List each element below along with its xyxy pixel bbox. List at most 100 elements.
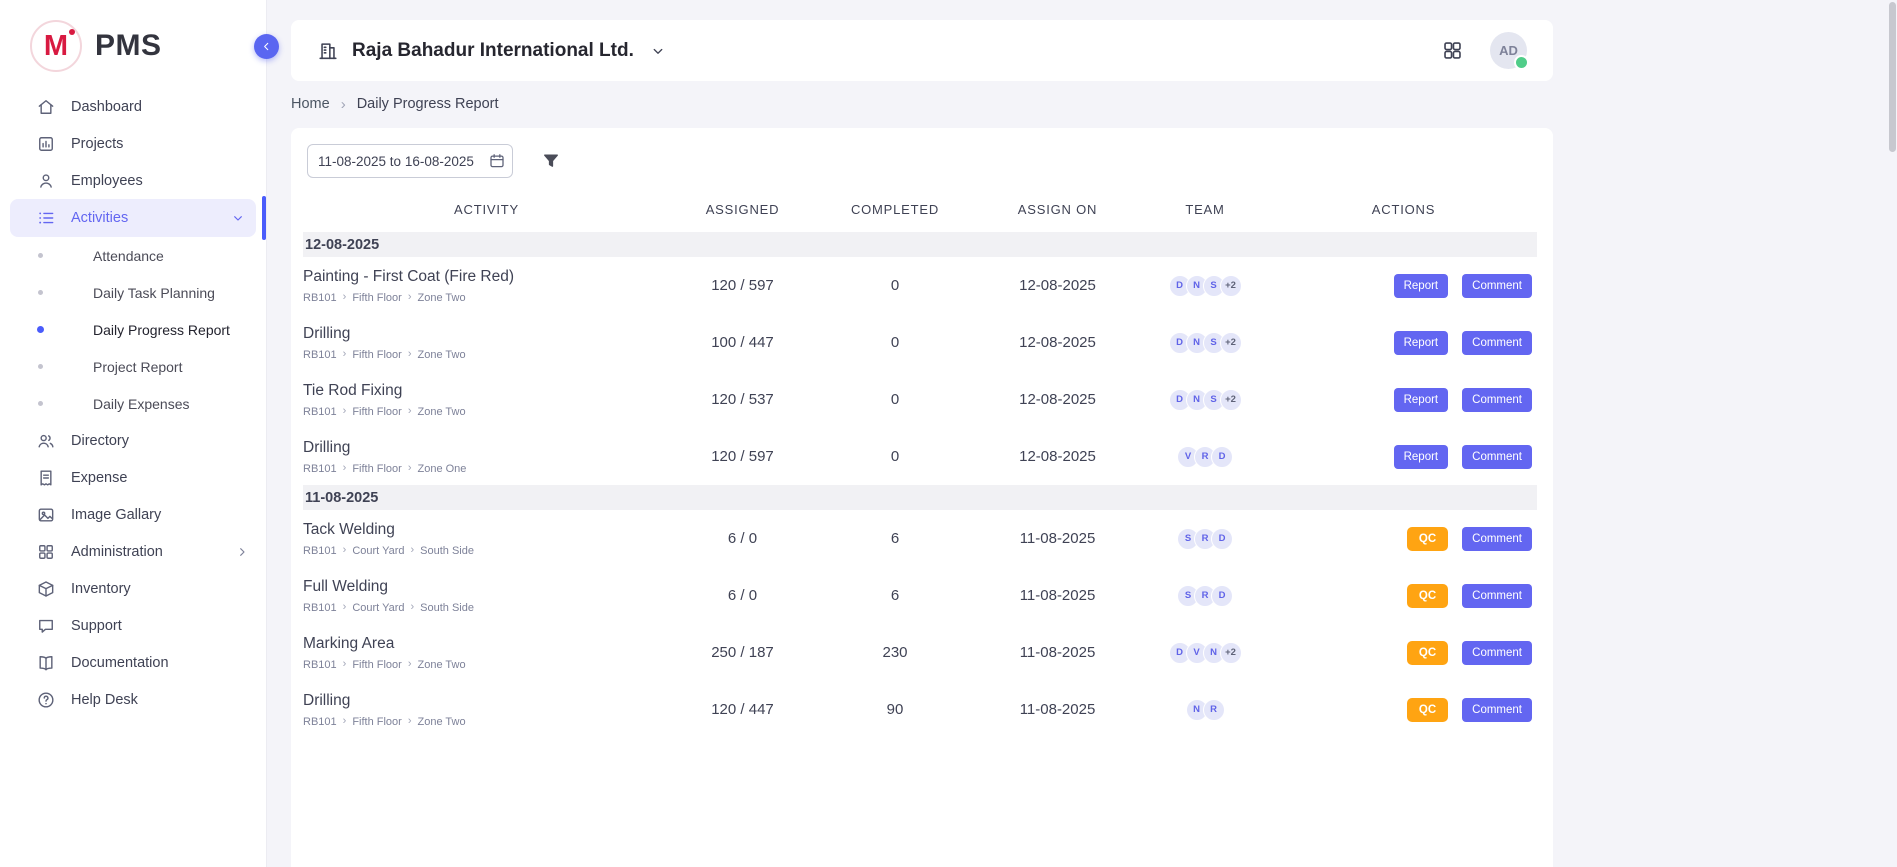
- team-avatar[interactable]: D: [1211, 446, 1233, 468]
- activity-title: Drilling: [303, 325, 670, 343]
- activity-cell: Drilling RB101›Fifth Floor›Zone Two: [303, 685, 670, 735]
- user-avatar[interactable]: AD: [1490, 32, 1527, 69]
- comment-button[interactable]: Comment: [1462, 331, 1532, 355]
- team-avatar-more[interactable]: +2: [1220, 275, 1242, 297]
- activity-location: RB101›Fifth Floor›Zone Two: [303, 349, 670, 361]
- qc-button[interactable]: QC: [1407, 698, 1448, 722]
- sidebar-subitem-attendance[interactable]: Attendance: [0, 237, 266, 274]
- team-avatar[interactable]: R: [1203, 699, 1225, 721]
- sidebar-item-directory[interactable]: Directory: [0, 422, 266, 459]
- table-group-date: 12-08-2025: [303, 232, 1537, 257]
- location-segment: Zone Two: [418, 659, 466, 671]
- sidebar-item-documentation[interactable]: Documentation: [0, 644, 266, 681]
- company-selector[interactable]: Raja Bahadur International Ltd.: [317, 40, 667, 62]
- gallery-icon: [36, 505, 56, 525]
- helpdesk-icon: [36, 690, 56, 710]
- sidebar-item-employees[interactable]: Employees: [0, 162, 266, 199]
- completed-value: 0: [815, 277, 975, 294]
- comment-button[interactable]: Comment: [1462, 388, 1532, 412]
- chevron-right-icon: ›: [411, 545, 415, 556]
- team-avatars: DNS+2: [1140, 275, 1270, 297]
- location-segment: Zone Two: [418, 406, 466, 418]
- breadcrumb-current: Daily Progress Report: [357, 96, 499, 112]
- comment-button[interactable]: Comment: [1462, 445, 1532, 469]
- sidebar-subitem-label: Daily Progress Report: [93, 322, 230, 338]
- activity-location: RB101›Court Yard›South Side: [303, 602, 670, 614]
- qc-button[interactable]: QC: [1407, 584, 1448, 608]
- team-avatar-more[interactable]: +2: [1220, 389, 1242, 411]
- location-segment: RB101: [303, 716, 337, 728]
- main-area: Raja Bahadur International Ltd. AD Home …: [267, 0, 1897, 867]
- completed-value: 6: [815, 530, 975, 547]
- table-header-row: Activity Assigned Completed Assign On Te…: [303, 186, 1537, 232]
- team-avatar-more[interactable]: +2: [1220, 332, 1242, 354]
- team-avatar-more[interactable]: +2: [1220, 642, 1242, 664]
- report-button[interactable]: Report: [1394, 445, 1449, 469]
- comment-button[interactable]: Comment: [1462, 641, 1532, 665]
- activity-title: Tack Welding: [303, 521, 670, 539]
- comment-button[interactable]: Comment: [1462, 698, 1532, 722]
- sidebar-item-image-gallary[interactable]: Image Gallary: [0, 496, 266, 533]
- location-segment: RB101: [303, 545, 337, 557]
- column-header-team: Team: [1140, 202, 1270, 217]
- activity-location: RB101›Fifth Floor›Zone One: [303, 463, 670, 475]
- chevron-down-icon: [230, 210, 246, 226]
- qc-button[interactable]: QC: [1407, 527, 1448, 551]
- sidebar-item-projects[interactable]: Projects: [0, 125, 266, 162]
- qc-button[interactable]: QC: [1407, 641, 1448, 665]
- page-scrollbar[interactable]: [1889, 0, 1896, 867]
- location-segment: RB101: [303, 406, 337, 418]
- breadcrumb-home[interactable]: Home: [291, 96, 330, 112]
- sidebar-subitem-daily-expenses[interactable]: Daily Expenses: [0, 385, 266, 422]
- completed-value: 90: [815, 701, 975, 718]
- sidebar-item-inventory[interactable]: Inventory: [0, 570, 266, 607]
- bullet-dot-icon: [37, 326, 44, 333]
- comment-button[interactable]: Comment: [1462, 584, 1532, 608]
- date-range-input[interactable]: [307, 144, 513, 178]
- team-avatar[interactable]: D: [1211, 528, 1233, 550]
- completed-value: 0: [815, 448, 975, 465]
- topbar-right: AD: [1441, 32, 1527, 69]
- scrollbar-thumb[interactable]: [1889, 2, 1896, 152]
- report-button[interactable]: Report: [1394, 388, 1449, 412]
- filter-icon[interactable]: [541, 151, 561, 171]
- assign-on-value: 11-08-2025: [975, 701, 1140, 718]
- sidebar-item-label: Support: [71, 618, 122, 634]
- sidebar-item-support[interactable]: Support: [0, 607, 266, 644]
- sidebar-item-help-desk[interactable]: Help Desk: [0, 681, 266, 718]
- location-segment: RB101: [303, 659, 337, 671]
- location-segment: Fifth Floor: [352, 659, 402, 671]
- team-avatar[interactable]: D: [1211, 585, 1233, 607]
- comment-button[interactable]: Comment: [1462, 527, 1532, 551]
- row-actions: Report Comment: [1270, 274, 1537, 298]
- apps-grid-button[interactable]: [1441, 39, 1464, 62]
- table-row: Drilling RB101›Fifth Floor›Zone One 120 …: [303, 428, 1537, 485]
- sidebar-subitem-project-report[interactable]: Project Report: [0, 348, 266, 385]
- sidebar-item-label: Expense: [71, 470, 127, 486]
- sidebar-item-expense[interactable]: Expense: [0, 459, 266, 496]
- assign-on-value: 11-08-2025: [975, 644, 1140, 661]
- company-name: Raja Bahadur International Ltd.: [352, 40, 634, 62]
- sidebar-item-administration[interactable]: Administration: [0, 533, 266, 570]
- report-button[interactable]: Report: [1394, 331, 1449, 355]
- assigned-value: 120 / 597: [670, 277, 815, 294]
- comment-button[interactable]: Comment: [1462, 274, 1532, 298]
- support-icon: [36, 616, 56, 636]
- assigned-value: 120 / 597: [670, 448, 815, 465]
- chevron-right-icon: ›: [408, 716, 412, 727]
- calendar-icon[interactable]: [488, 152, 506, 170]
- activity-cell: Marking Area RB101›Fifth Floor›Zone Two: [303, 628, 670, 678]
- activity-location: RB101›Court Yard›South Side: [303, 545, 670, 557]
- location-segment: Court Yard: [352, 545, 404, 557]
- sidebar-item-dashboard[interactable]: Dashboard: [0, 88, 266, 125]
- report-button[interactable]: Report: [1394, 274, 1449, 298]
- sidebar-item-activities[interactable]: Activities: [10, 199, 256, 237]
- location-segment: RB101: [303, 292, 337, 304]
- sidebar-subitem-daily-progress-report[interactable]: Daily Progress Report: [0, 311, 266, 348]
- sidebar-subitem-daily-task-planning[interactable]: Daily Task Planning: [0, 274, 266, 311]
- logo-letter: M: [44, 32, 68, 61]
- sidebar-collapse-button[interactable]: [254, 34, 279, 59]
- assign-on-value: 11-08-2025: [975, 587, 1140, 604]
- location-segment: Fifth Floor: [352, 292, 402, 304]
- sidebar-item-label: Image Gallary: [71, 507, 161, 523]
